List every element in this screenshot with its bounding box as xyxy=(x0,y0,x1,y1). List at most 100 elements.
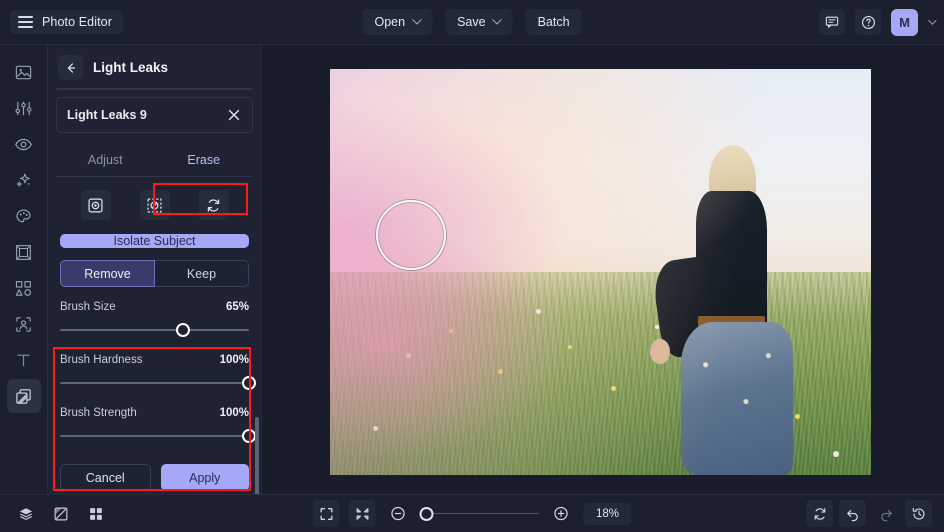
help-button[interactable] xyxy=(855,9,881,35)
grid-view-button[interactable] xyxy=(82,500,109,527)
brush-size-setting: Brush Size 65% xyxy=(60,301,249,337)
shrink-to-fit-icon xyxy=(356,507,368,520)
slider-track xyxy=(420,512,539,514)
apply-button[interactable]: Apply xyxy=(160,464,249,491)
frame-icon xyxy=(16,244,31,260)
sidebar-item-overlays[interactable] xyxy=(6,379,41,413)
chevron-down-icon[interactable] xyxy=(928,16,937,25)
sidebar-item-text[interactable] xyxy=(7,343,41,377)
brush-settings: Brush Size 65% Brush Hardness 100% Brush… xyxy=(48,287,261,455)
brush-hardness-label: Brush Hardness xyxy=(60,354,143,366)
redo-icon xyxy=(880,509,892,521)
list-item[interactable]: Light Leaks 8 xyxy=(56,88,253,90)
erase-tools xyxy=(48,177,261,226)
account-actions: M xyxy=(819,8,937,36)
portrait-cutout-icon xyxy=(16,316,31,332)
shrink-to-fit-button[interactable] xyxy=(348,500,376,527)
isolate-subject-button[interactable]: Isolate Subject xyxy=(60,234,249,248)
brush-tool-button[interactable] xyxy=(80,190,111,220)
batch-button[interactable]: Batch xyxy=(525,9,582,35)
brush-size-slider[interactable] xyxy=(60,323,249,337)
erase-tool-button[interactable] xyxy=(139,190,170,220)
tab-erase[interactable]: Erase xyxy=(155,145,254,176)
sliders-icon xyxy=(15,101,32,115)
question-mark-circle-icon xyxy=(861,15,875,29)
panel-tabs: Adjust Erase xyxy=(56,145,253,177)
undo-button[interactable] xyxy=(839,500,866,527)
hamburger-icon[interactable] xyxy=(18,16,33,28)
zoom-out-button[interactable] xyxy=(385,500,412,527)
slider-knob[interactable] xyxy=(242,429,256,443)
view-mode-group xyxy=(12,500,109,527)
brush-strength-value: 100% xyxy=(219,407,249,419)
close-x-icon[interactable] xyxy=(226,107,242,123)
overlay-panel: Light Leaks Light Leaks 8 Light Leaks 9 … xyxy=(48,45,262,532)
layers-stack-button[interactable] xyxy=(12,500,39,527)
chevron-down-icon xyxy=(411,14,422,25)
zoom-in-button[interactable] xyxy=(548,500,575,527)
zoom-level[interactable]: 18% xyxy=(583,502,632,525)
zoom-slider[interactable] xyxy=(419,506,539,521)
sidebar-item-frames[interactable] xyxy=(7,235,41,269)
layer-thumbnail xyxy=(57,89,252,90)
redo-button[interactable] xyxy=(872,500,899,527)
slider-knob[interactable] xyxy=(419,506,434,521)
save-button[interactable]: Save xyxy=(445,9,513,35)
tab-adjust[interactable]: Adjust xyxy=(56,145,155,176)
list-item[interactable]: Light Leaks 9 xyxy=(56,97,253,133)
compare-button[interactable] xyxy=(47,500,74,527)
canvas-area[interactable] xyxy=(262,45,944,494)
sidebar-item-shapes[interactable] xyxy=(7,271,41,305)
undo-icon xyxy=(846,509,858,521)
zoom-in-icon xyxy=(554,506,568,521)
reset-view-button[interactable] xyxy=(806,500,833,527)
brush-hardness-setting: Brush Hardness 100% xyxy=(60,354,256,390)
history-controls xyxy=(806,500,932,527)
brush-size-label: Brush Size xyxy=(60,301,116,313)
brush-strength-slider[interactable] xyxy=(60,429,256,443)
back-button[interactable] xyxy=(58,55,83,80)
reset-view-icon xyxy=(814,507,825,520)
brush-strength-label: Brush Strength xyxy=(60,407,137,419)
keep-mode-button[interactable]: Keep xyxy=(155,260,249,287)
sidebar-item-effects[interactable] xyxy=(7,163,41,197)
image-icon xyxy=(15,65,32,79)
sidebar-item-cutout[interactable] xyxy=(7,307,41,341)
circular-brush-cursor[interactable] xyxy=(376,200,446,270)
history-button[interactable] xyxy=(905,500,932,527)
open-button[interactable]: Open xyxy=(362,9,433,35)
slider-knob[interactable] xyxy=(242,376,256,390)
palette-icon xyxy=(16,208,31,222)
avatar[interactable]: M xyxy=(891,8,918,36)
arrow-left-icon xyxy=(67,62,75,73)
sidebar-item-image[interactable] xyxy=(7,55,41,89)
remove-mode-button[interactable]: Remove xyxy=(60,260,155,287)
app-menu-button[interactable]: Photo Editor xyxy=(10,10,123,34)
slider-knob[interactable] xyxy=(175,323,190,337)
sidebar-item-color[interactable] xyxy=(7,199,41,233)
brush-hardness-slider[interactable] xyxy=(60,376,256,390)
brush-hardness-value: 100% xyxy=(219,354,249,366)
reset-tool-button[interactable] xyxy=(198,190,229,220)
chevron-down-icon xyxy=(492,14,503,25)
erase-mode-group: Remove Keep xyxy=(60,260,249,287)
sidebar-item-adjust[interactable] xyxy=(7,91,41,125)
open-label: Open xyxy=(374,15,406,29)
photo-canvas[interactable] xyxy=(330,69,871,475)
tool-rail xyxy=(0,45,48,494)
chat-bubble-icon xyxy=(825,16,839,28)
cancel-button[interactable]: Cancel xyxy=(60,464,151,491)
slider-track xyxy=(60,382,249,384)
layer-label: Light Leaks 9 xyxy=(67,108,147,122)
layers-stack-icon xyxy=(19,507,32,520)
fit-to-screen-button[interactable] xyxy=(312,500,340,527)
feedback-button[interactable] xyxy=(819,9,845,35)
panel-title: Light Leaks xyxy=(93,60,169,75)
sidebar-item-retouch[interactable] xyxy=(7,127,41,161)
zoom-out-icon xyxy=(391,506,405,521)
shapes-icon xyxy=(15,280,32,296)
compare-split-icon xyxy=(54,507,67,520)
light-leak-overlay xyxy=(330,69,871,475)
grid-view-icon xyxy=(89,507,102,520)
batch-label: Batch xyxy=(537,15,570,29)
